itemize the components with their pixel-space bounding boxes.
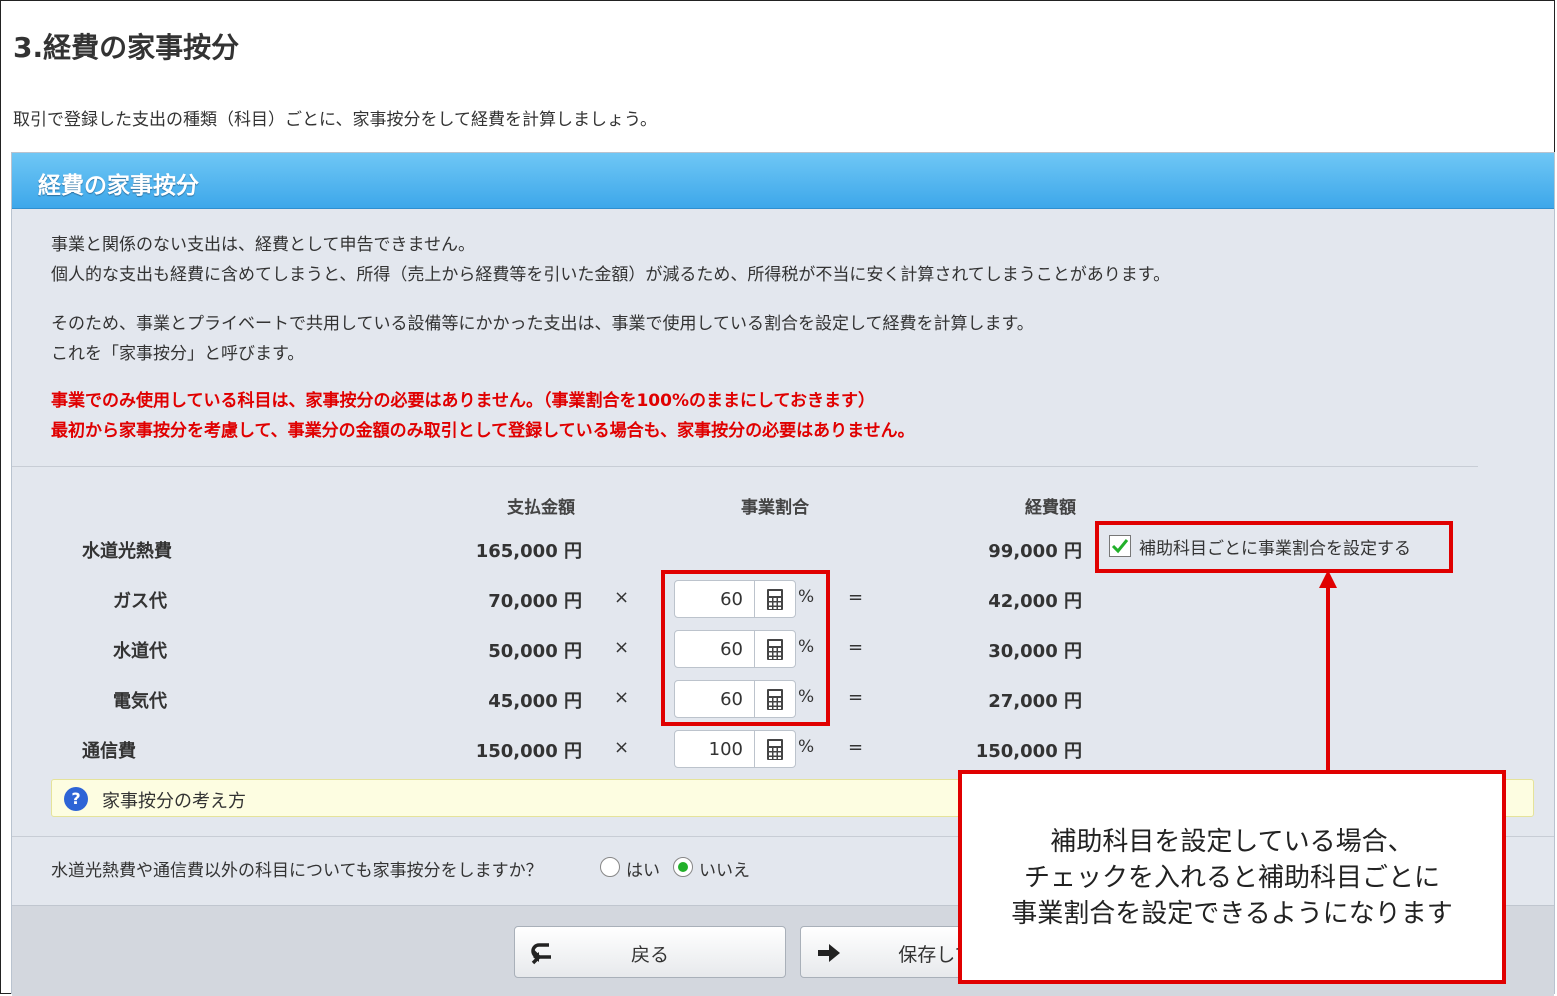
explanation-2: そのため、事業とプライベートで共用している設備等にかかった支出は、事業で使用して… — [51, 309, 1034, 369]
back-button[interactable]: 戻る — [514, 926, 786, 978]
radio-yes[interactable] — [600, 857, 620, 877]
subaccount-checkbox-row[interactable]: 補助科目ごとに事業割合を設定する — [1097, 521, 1451, 571]
callout-line: 補助科目を設定している場合、 — [1050, 827, 1414, 857]
explanation-line: 個人的な支出も経費に含めてしまうと、所得（売上から経費等を引いた金額）が減るため… — [51, 265, 1171, 285]
question-text: 水道光熱費や通信費以外の科目についても家事按分をしますか？ — [51, 861, 543, 881]
row-paid: 70,000 円 — [488, 591, 582, 612]
header-rate: 事業割合 — [741, 498, 809, 518]
row-expense: 150,000 円 — [975, 741, 1082, 762]
callout-line: チェックを入れると補助科目ごとに — [1023, 863, 1440, 893]
header-expense: 経費額 — [1025, 498, 1076, 518]
row-name: 水道光熱費 — [82, 541, 172, 562]
warning-text: 事業でのみ使用している科目は、家事按分の必要はありません。（事業割合を100%の… — [51, 386, 915, 446]
subaccount-checkbox[interactable] — [1109, 535, 1131, 557]
explanation-line: これを「家事按分」と呼びます。 — [51, 344, 305, 364]
panel-title: 経費の家事按分 — [38, 173, 199, 199]
equals-sign: = — [848, 587, 864, 608]
row-name: ガス代 — [113, 591, 167, 612]
panel-header: 経費の家事按分 — [12, 153, 1554, 209]
rate-value: 100 — [708, 739, 743, 760]
help-link-label: 家事按分の考え方 — [102, 791, 246, 812]
explanation-1: 事業と関係のない支出は、経費として申告できません。 個人的な支出も経費に含めてし… — [51, 230, 1170, 290]
warning-line: 最初から家事按分を考慮して、事業分の金額のみ取引として登録している場合も、家事按… — [51, 421, 915, 441]
row-expense: 42,000 円 — [988, 591, 1082, 612]
times-sign: × — [614, 587, 630, 608]
equals-sign: = — [848, 687, 864, 708]
rate-input-telecom[interactable]: 100 — [674, 730, 796, 768]
callout-line: 事業割合を設定できるようになります — [1011, 899, 1453, 929]
equals-sign: = — [848, 737, 864, 758]
row-name: 通信費 — [82, 741, 136, 762]
radio-yes-label: はい — [626, 861, 660, 881]
intro-text: 取引で登録した支出の種類（科目）ごとに、家事按分をして経費を計算しましょう。 — [13, 110, 657, 130]
annotation-callout: 補助科目を設定している場合、 チェックを入れると補助科目ごとに 事業割合を設定で… — [958, 770, 1506, 984]
times-sign: × — [614, 687, 630, 708]
row-name: 電気代 — [113, 691, 167, 712]
page-title: 3.経費の家事按分 — [13, 31, 240, 64]
divider — [12, 466, 1478, 467]
row-name: 水道代 — [113, 641, 167, 662]
highlight-rate-inputs — [661, 570, 830, 726]
subaccount-checkbox-label: 補助科目ごとに事業割合を設定する — [1139, 539, 1411, 559]
warning-line: 事業でのみ使用している科目は、家事按分の必要はありません。（事業割合を100%の… — [51, 391, 875, 411]
row-paid: 150,000 円 — [475, 741, 582, 762]
radio-no-label: いいえ — [699, 861, 750, 881]
row-paid: 50,000 円 — [488, 641, 582, 662]
row-expense: 30,000 円 — [988, 641, 1082, 662]
times-sign: × — [614, 737, 630, 758]
times-sign: × — [614, 637, 630, 658]
row-paid: 45,000 円 — [488, 691, 582, 712]
explanation-line: 事業と関係のない支出は、経費として申告できません。 — [51, 235, 475, 255]
explanation-line: そのため、事業とプライベートで共用している設備等にかかった支出は、事業で使用して… — [51, 314, 1034, 334]
radio-no[interactable] — [673, 857, 693, 877]
row-expense: 27,000 円 — [988, 691, 1082, 712]
question-icon: ? — [64, 787, 88, 811]
percent-sign: % — [798, 737, 815, 757]
row-paid: 165,000 円 — [475, 541, 582, 562]
equals-sign: = — [848, 637, 864, 658]
annotation-arrow — [1319, 570, 1337, 772]
checkmark-icon — [1111, 539, 1129, 554]
calculator-icon[interactable] — [754, 731, 795, 767]
header-paid: 支払金額 — [507, 498, 575, 518]
back-button-label: 戻る — [630, 944, 669, 966]
row-expense: 99,000 円 — [988, 541, 1082, 562]
